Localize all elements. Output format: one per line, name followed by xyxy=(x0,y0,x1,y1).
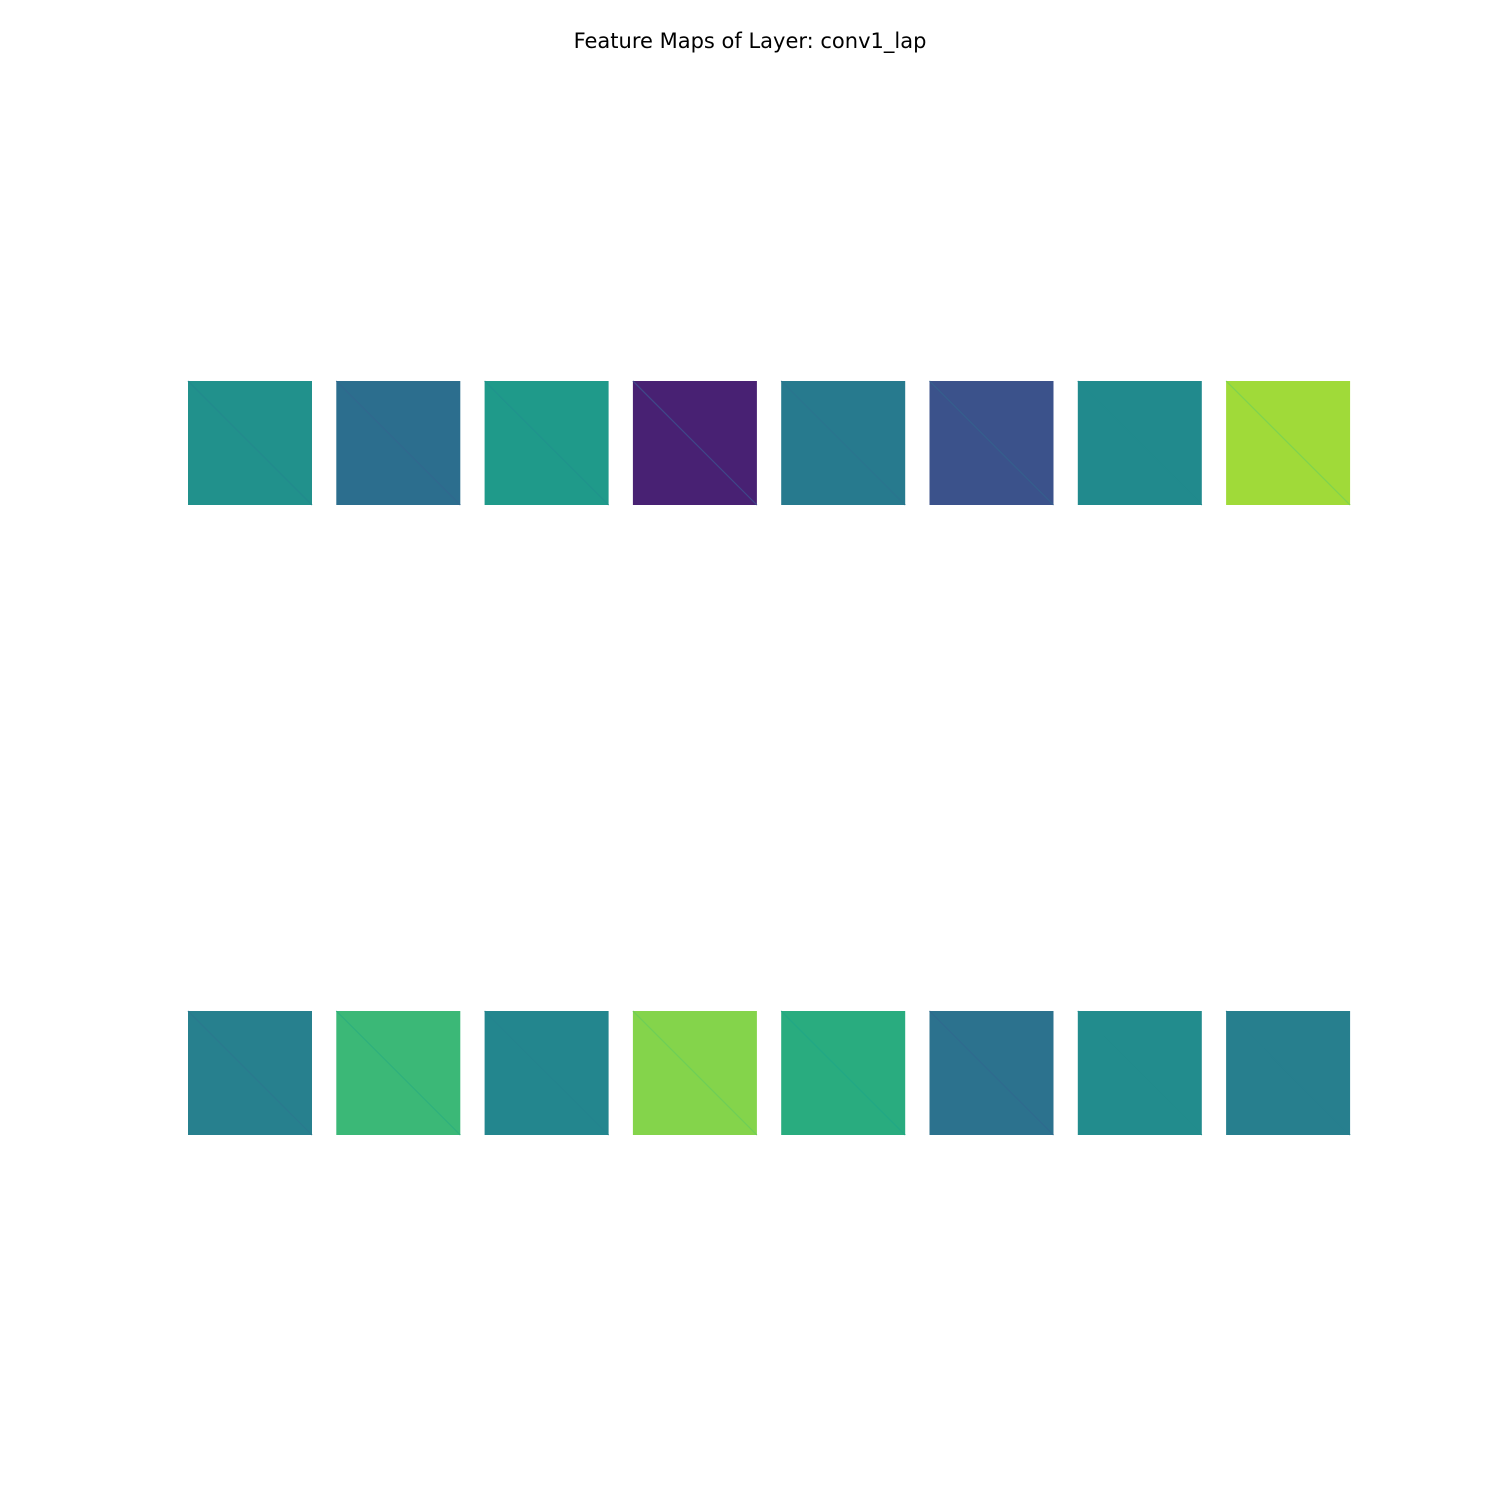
feature-map-11 xyxy=(484,1010,610,1136)
feature-map-7 xyxy=(1077,380,1203,506)
feature-map-9 xyxy=(187,1010,313,1136)
feature-map-16 xyxy=(1225,1010,1351,1136)
feature-map-2 xyxy=(335,380,461,506)
figure-background xyxy=(0,0,1500,1500)
feature-map-14 xyxy=(929,1010,1054,1136)
feature-map-13 xyxy=(780,1010,906,1136)
chart-title: Feature Maps of Layer: conv1_lap xyxy=(574,29,927,54)
feature-map-6 xyxy=(929,380,1054,506)
feature-map-12 xyxy=(632,1010,758,1136)
feature-maps-figure: Feature Maps of Layer: conv1_lap xyxy=(0,0,1500,1500)
feature-map-15 xyxy=(1077,1010,1203,1136)
feature-map-4 xyxy=(632,380,758,506)
feature-map-1 xyxy=(187,380,313,506)
feature-map-3 xyxy=(484,380,610,506)
feature-map-10 xyxy=(335,1010,461,1136)
feature-map-8 xyxy=(1225,380,1351,506)
feature-map-5 xyxy=(780,380,906,506)
